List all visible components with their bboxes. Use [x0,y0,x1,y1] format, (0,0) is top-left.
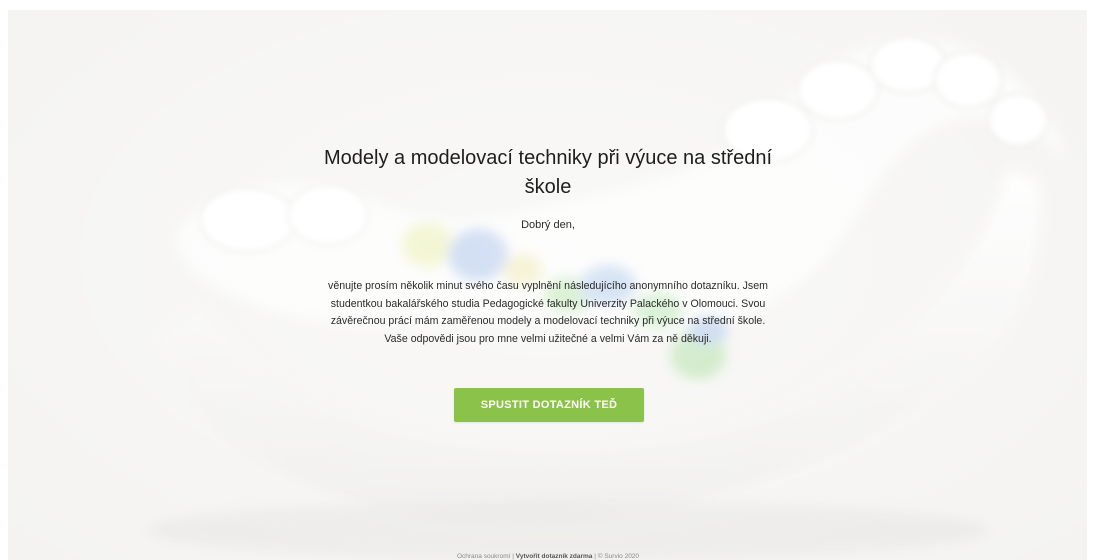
survey-intro: Modely a modelovací techniky při výuce n… [8,10,1087,560]
copyright-text: © Survio 2020 [597,553,640,560]
start-survey-button[interactable]: SPUSTIT DOTAZNÍK TEĎ [454,388,644,422]
create-survey-link[interactable]: Vytvořit dotazník zdarma [516,553,593,560]
privacy-link[interactable]: Ochrana soukromí [457,553,510,560]
survey-landing-page: Modely a modelovací techniky při výuce n… [8,10,1087,560]
survey-greeting: Dobrý den, [521,219,575,231]
survey-intro-text: věnujte prosím několik minut svého času … [328,280,768,345]
survey-title: Modely a modelovací techniky při výuce n… [324,147,772,198]
footer: Ochrana soukromí | Vytvořit dotazník zda… [308,553,788,560]
